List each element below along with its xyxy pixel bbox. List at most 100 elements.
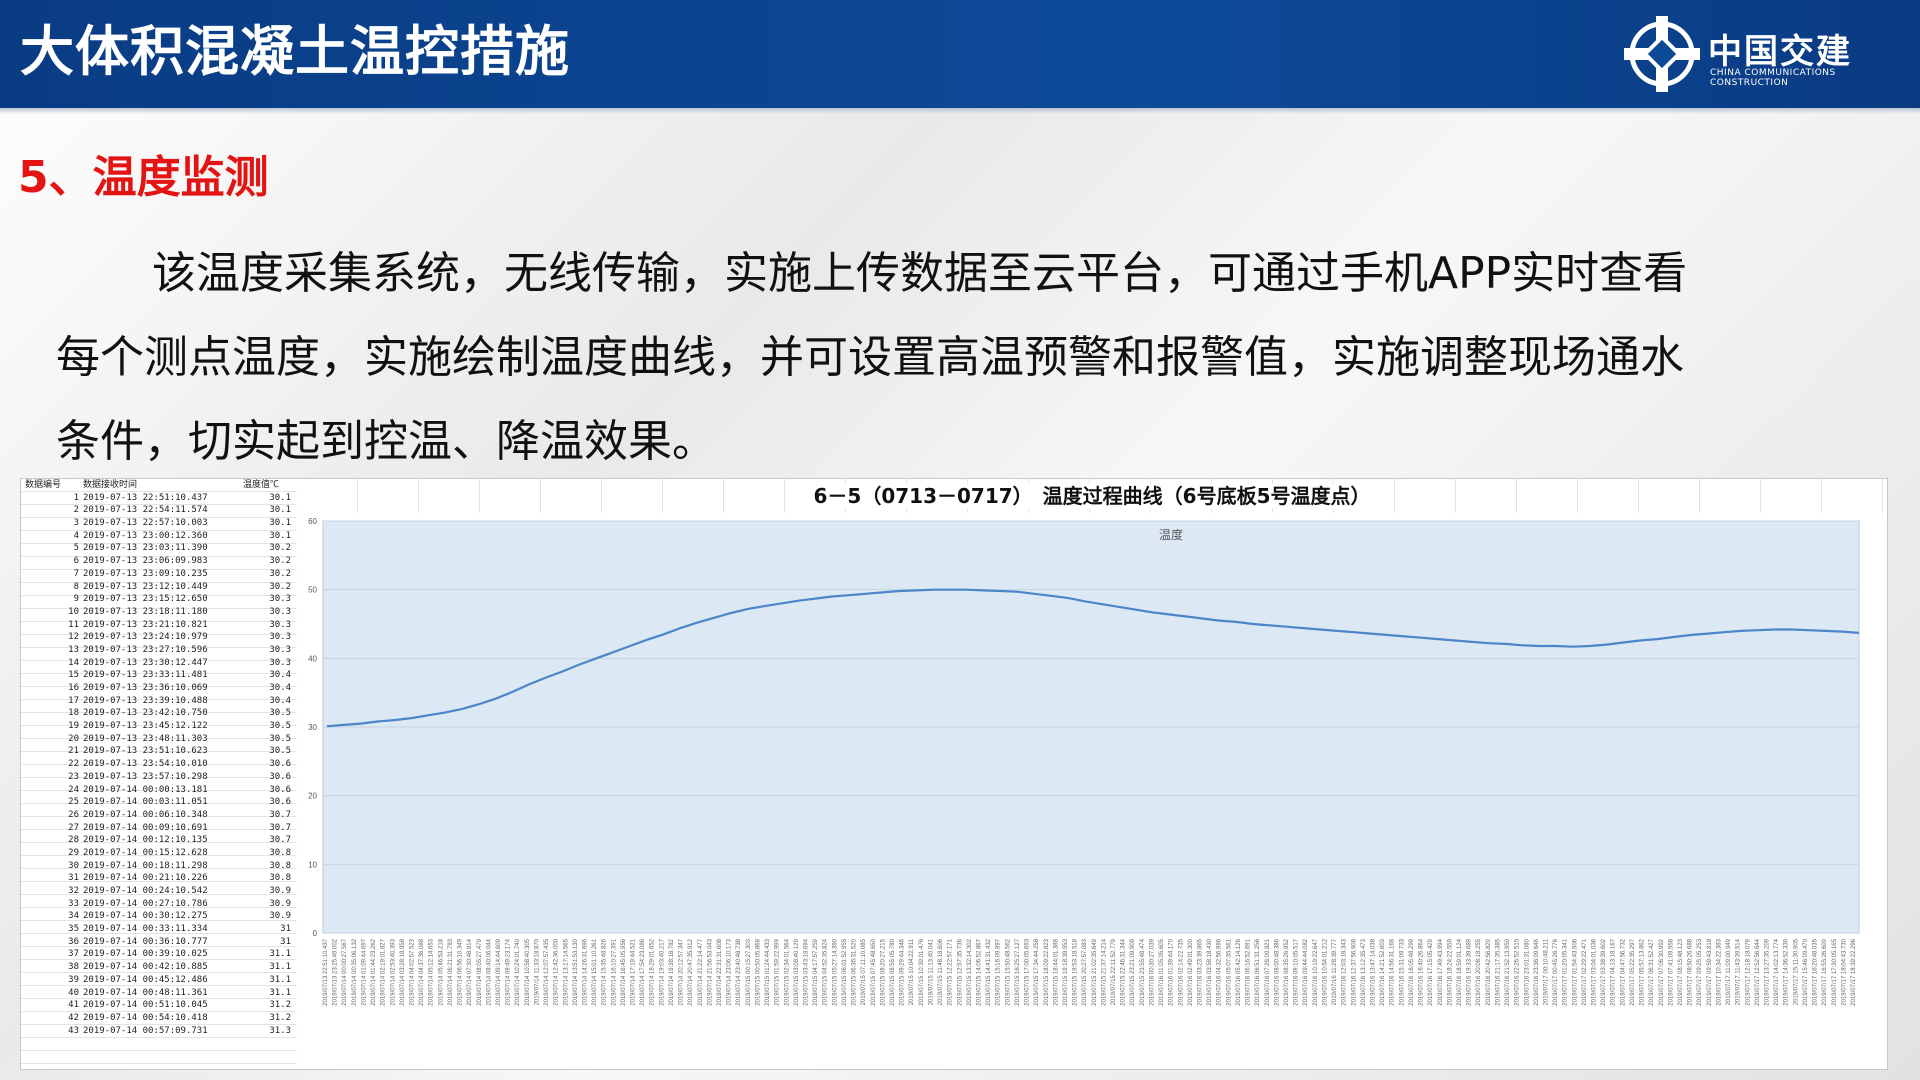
x-tick-label: 2019/07/14 17:54:23.086 xyxy=(640,938,646,1005)
table-row: 27 2019-07-14 00:09:10.691 30.7 xyxy=(21,822,297,835)
x-tick-label: 2019/07/16 06:16:52.691 xyxy=(1246,938,1252,1005)
x-tick-label: 2019/07/17 17:30:05.165 xyxy=(1832,938,1838,1005)
table-row: 12 2019-07-13 23:24:10.979 30.3 xyxy=(21,631,297,644)
x-tick-label: 2019/07/15 22:11:52.779 xyxy=(1111,938,1117,1005)
x-tick-label: 2019/07/16 22:26:52.515 xyxy=(1515,938,1521,1005)
cell-temp: 30.1 xyxy=(269,505,291,516)
cell-temp: 30.2 xyxy=(269,543,291,554)
table-row: 4 2019-07-13 23:00:12.360 30.1 xyxy=(21,530,297,543)
cell-time: 2019-07-14 00:18:11.298 xyxy=(83,860,208,871)
x-tick-label: 2019/07/16 07:26:09.821 xyxy=(1265,938,1271,1005)
x-tick-label: 2019/07/17 09:59:43.818 xyxy=(1707,938,1713,1005)
cell-id: 30 xyxy=(68,860,79,871)
x-tick-label: 2019/07/15 04:52:35.824 xyxy=(823,938,829,1005)
page-title: 大体积混凝土温控措施 xyxy=(20,20,570,83)
x-tick-label: 2019/07/15 11:48:18.606 xyxy=(938,938,944,1005)
x-tick-label: 2019/07/16 20:42:56.820 xyxy=(1486,938,1492,1005)
x-tick-label: 2019/07/14 16:10:27.391 xyxy=(611,938,617,1005)
x-tick-label: 2019/07/14 17:19:44.521 xyxy=(631,938,637,1005)
x-tick-label: 2019/07/16 17:15:05.429 xyxy=(1428,938,1434,1005)
table-row: 18 2019-07-13 23:42:10.750 30.5 xyxy=(21,707,297,720)
x-tick-label: 2019/07/16 01:39:44.170 xyxy=(1169,938,1175,1005)
x-tick-label: 2019/07/17 13:27:35.209 xyxy=(1765,938,1771,1005)
y-tick-label: 40 xyxy=(308,654,317,663)
cell-id: 5 xyxy=(73,543,79,554)
table-row: 9 2019-07-13 23:15:12.650 30.3 xyxy=(21,593,297,606)
x-tick-label: 2019/07/16 11:28:39.777 xyxy=(1332,938,1338,1005)
x-tick-label: 2019/07/16 13:47:14.038 xyxy=(1371,938,1377,1005)
x-tick-label: 2019/07/14 05:12:14.653 xyxy=(429,938,435,1005)
x-tick-label: 2019/07/15 19:53:18.518 xyxy=(1073,938,1079,1005)
cell-id: 14 xyxy=(68,657,79,668)
table-row: 26 2019-07-14 00:06:10.348 30.7 xyxy=(21,809,297,822)
x-tick-label: 2019/07/14 12:07:57.435 xyxy=(544,938,550,1005)
x-tick-label: 2019/07/14 04:37:36.088 xyxy=(419,938,425,1005)
table-row: 5 2019-07-13 23:03:11.390 30.2 xyxy=(21,542,297,555)
table-row: 28 2019-07-14 00:12:10.135 30.7 xyxy=(21,834,297,847)
x-tick-label: 2019/07/17 07:41:09.558 xyxy=(1668,938,1674,1005)
x-tick-label: 2019/07/16 01:05:05.605 xyxy=(1159,938,1165,1005)
cell-time: 2019-07-14 00:15:12.628 xyxy=(83,847,208,858)
x-tick-label: 2019/07/15 20:27:57.083 xyxy=(1082,938,1088,1005)
table-row: 22 2019-07-13 23:54:10.010 30.6 xyxy=(21,758,297,771)
table-row: 20 2019-07-13 23:48:11.303 30.5 xyxy=(21,733,297,746)
x-tick-label: 2019/07/14 23:06:10.173 xyxy=(727,938,733,1005)
cell-time: 2019-07-13 23:51:10.623 xyxy=(83,746,208,757)
table-row: 43 2019-07-14 00:57:09.731 31.3 xyxy=(21,1025,297,1038)
x-tick-label: 2019/07/14 15:35:48.826 xyxy=(602,938,608,1005)
x-tick-label: 2019/07/15 07:11:10.085 xyxy=(861,938,867,1005)
cell-time: 2019-07-13 23:42:10.750 xyxy=(83,708,208,719)
x-tick-label: 2019/07/16 12:03:18.343 xyxy=(1342,938,1348,1005)
x-tick-label: 2019/07/14 20:47:35.912 xyxy=(688,938,694,1005)
cell-temp: 30.4 xyxy=(269,670,291,681)
cell-time: 2019-07-14 00:06:10.348 xyxy=(83,809,208,820)
spreadsheet-panel: 数据编号 数据接收时间 温度值℃ 1 2019-07-13 22:51:10.43… xyxy=(20,478,1888,1070)
cell-time: 2019-07-13 23:12:10.449 xyxy=(83,581,208,592)
x-tick-label: 2019/07/14 14:26:31.696 xyxy=(583,938,589,1005)
x-tick-label: 2019/07/14 06:21:31.783 xyxy=(448,938,454,1005)
table-row: 34 2019-07-14 00:30:12.275 30.9 xyxy=(21,910,297,923)
cell-id: 13 xyxy=(68,644,79,655)
table-row: 29 2019-07-14 00:15:12.628 30.8 xyxy=(21,847,297,860)
y-tick-label: 60 xyxy=(308,517,317,526)
cell-id: 3 xyxy=(73,518,79,529)
cell-temp: 31.1 xyxy=(269,987,291,998)
x-tick-label: 2019/07/15 00:50:05.868 xyxy=(756,938,762,1005)
table-row: 39 2019-07-14 00:45:12.486 31.1 xyxy=(21,974,297,987)
x-tick-label: 2019/07/16 16:05:48.299 xyxy=(1409,938,1415,1005)
cell-id: 27 xyxy=(68,822,79,833)
cell-time: 2019-07-14 00:21:10.226 xyxy=(83,873,208,884)
x-tick-label: 2019/07/15 13:32:14.302 xyxy=(967,938,973,1005)
x-tick-label: 2019/07/15 04:17:57.259 xyxy=(813,938,819,1005)
x-tick-label: 2019/07/17 09:25:05.253 xyxy=(1697,938,1703,1005)
cell-temp: 31.1 xyxy=(269,962,291,973)
table-row: 37 2019-07-14 00:39:10.025 31.1 xyxy=(21,948,297,961)
table-row: 1 2019-07-13 22:51:10.437 30.1 xyxy=(21,492,297,505)
section-title: 5、温度监测 xyxy=(18,152,269,203)
x-tick-label: 2019/07/14 13:17:14.565 xyxy=(563,938,569,1005)
cell-temp: 30.3 xyxy=(269,644,291,655)
paragraph-line: 该温度采集系统，无线传输，实施上传数据至云平台，可通过手机APP实时查看 xyxy=(152,248,1688,299)
cell-temp: 30.2 xyxy=(269,568,291,579)
x-tick-label: 2019/07/17 00:45:26.776 xyxy=(1553,938,1559,1005)
legend-label: 温度 xyxy=(1159,527,1183,542)
x-tick-label: 2019/07/15 10:39:01.476 xyxy=(919,938,925,1005)
cell-id: 37 xyxy=(68,949,79,960)
x-tick-label: 2019/07/14 20:12:57.347 xyxy=(679,938,685,1005)
x-tick-label: 2019/07/15 03:08:40.129 xyxy=(794,938,800,1005)
x-tick-label: 2019/07/14 13:51:53.130 xyxy=(573,938,579,1005)
x-tick-label: 2019/07/14 19:38:18.782 xyxy=(669,938,675,1005)
cell-id: 9 xyxy=(73,594,79,605)
cell-temp: 31.3 xyxy=(269,1025,291,1036)
cell-temp: 30.1 xyxy=(269,530,291,541)
cell-id: 7 xyxy=(73,568,79,579)
x-tick-label: 2019/07/15 02:34:01.564 xyxy=(784,938,790,1005)
x-tick-label: 2019/07/16 23:01:31.080 xyxy=(1524,938,1530,1005)
data-table: 数据编号 数据接收时间 温度值℃ 1 2019-07-13 22:51:10.43… xyxy=(21,479,297,1069)
x-tick-label: 2019/07/16 10:19:22.647 xyxy=(1313,938,1319,1005)
logo-text-cn: 中国交建 xyxy=(1708,32,1852,72)
x-tick-label: 2019/07/15 23:21:09.909 xyxy=(1130,938,1136,1005)
cell-id: 2 xyxy=(73,505,79,516)
company-logo: 中国交建 CHINA COMMUNICATIONS CONSTRUCTION xyxy=(1622,10,1892,98)
x-tick-label: 2019/07/14 19:03:40.217 xyxy=(659,938,665,1005)
